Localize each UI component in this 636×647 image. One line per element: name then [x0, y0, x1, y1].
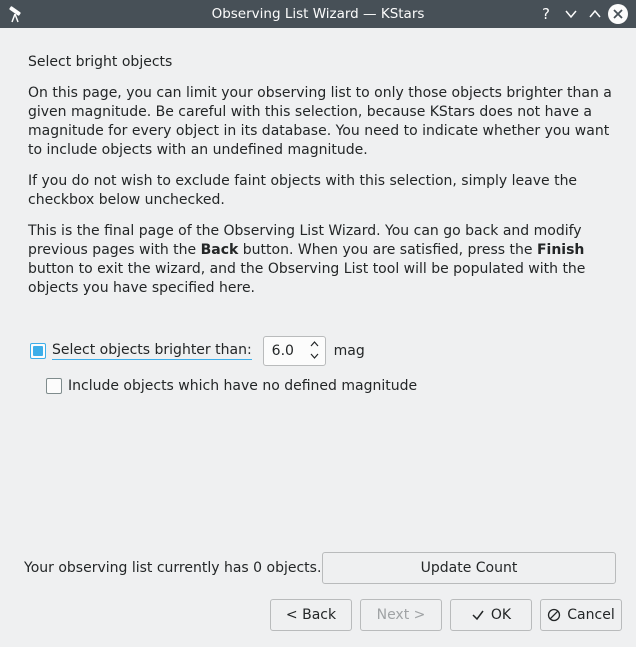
magnitude-row: Select objects brighter than: 6.0 mag [30, 336, 365, 366]
magnitude-checkbox-label[interactable]: Select objects brighter than: [52, 342, 252, 360]
page-heading: Select bright objects [28, 54, 173, 70]
magnitude-unit: mag [333, 343, 365, 359]
back-label: < Back [285, 607, 337, 623]
back-button[interactable]: < Back [270, 599, 352, 631]
magnitude-checkbox[interactable] [30, 343, 46, 359]
undefined-magnitude-row: Include objects which have no defined ma… [46, 376, 417, 396]
update-count-label: Update Count [420, 560, 518, 576]
window-title: Observing List Wizard — KStars [211, 6, 425, 22]
spin-down-icon[interactable] [310, 352, 319, 362]
intro-paragraph: On this page, you can limit your observi… [28, 85, 612, 158]
ok-button[interactable]: OK [450, 599, 532, 631]
final-page-paragraph: This is the final page of the Observing … [28, 223, 586, 296]
back-emphasis: Back [200, 242, 239, 258]
help-icon[interactable]: ? [536, 4, 556, 24]
close-icon[interactable] [608, 4, 628, 24]
telescope-icon[interactable] [6, 4, 26, 24]
next-button[interactable]: Next > [360, 599, 442, 631]
cancel-button[interactable]: Cancel [540, 599, 622, 631]
undefined-magnitude-label[interactable]: Include objects which have no defined ma… [68, 378, 417, 394]
cancel-circle-icon [547, 608, 561, 622]
wizard-page-text: Select bright objects On this page, you … [28, 53, 618, 310]
spin-up-icon[interactable] [310, 340, 319, 350]
finish-emphasis: Finish [536, 242, 585, 258]
checkmark-icon [471, 608, 485, 622]
object-count-status: Your observing list currently has 0 obje… [24, 560, 322, 576]
ok-label: OK [490, 607, 512, 623]
minimize-icon[interactable] [561, 4, 581, 24]
cancel-label: Cancel [567, 607, 615, 623]
undefined-magnitude-checkbox[interactable] [46, 378, 62, 394]
title-bar: Observing List Wizard — KStars ? [0, 0, 636, 28]
magnitude-spinbox[interactable]: 6.0 [262, 336, 326, 366]
magnitude-value[interactable]: 6.0 [272, 343, 294, 359]
update-count-button[interactable]: Update Count [322, 552, 616, 584]
maximize-icon[interactable] [585, 4, 605, 24]
next-label: Next > [376, 607, 426, 623]
checkbox-hint-paragraph: If you do not wish to exclude faint obje… [28, 173, 578, 208]
